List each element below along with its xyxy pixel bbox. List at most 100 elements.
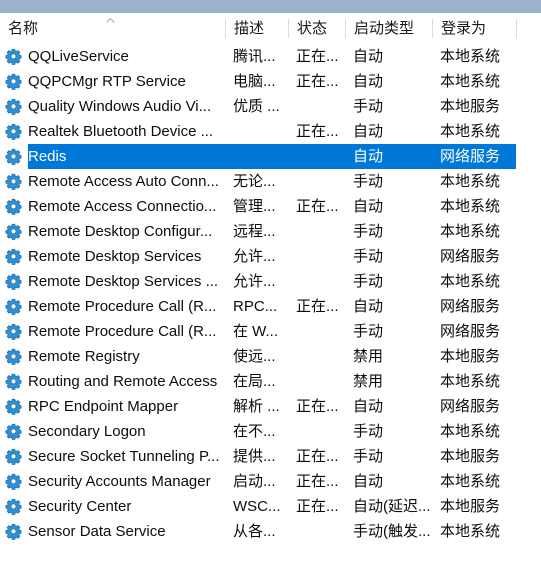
service-row[interactable]: Remote Desktop Configur... 远程... 手动 本地系统 <box>0 219 541 244</box>
service-gear-icon <box>5 348 23 365</box>
service-row[interactable]: Remote Access Auto Conn... 无论... 手动 本地系统 <box>0 169 541 194</box>
service-log-on-as-cell: 网络服务 <box>440 398 501 415</box>
service-name-cell: QQPCMgr RTP Service <box>28 73 186 90</box>
service-name-cell: Secondary Logon <box>28 423 146 440</box>
service-log-on-as-cell: 本地系统 <box>440 123 501 140</box>
column-header-status[interactable]: 状态 <box>289 13 345 44</box>
service-row[interactable]: Remote Procedure Call (R... 在 W... 手动 网络服务 <box>0 319 541 344</box>
service-log-on-as-cell: 本地系统 <box>440 223 501 240</box>
list-column-header: 名称 描述 状态 启动类型 登录为 <box>0 13 541 44</box>
service-name-cell: Remote Desktop Services <box>28 248 202 265</box>
service-status-cell: 正在... <box>296 123 339 140</box>
service-log-on-as-cell: 本地系统 <box>440 423 501 440</box>
service-description-cell: 腾讯... <box>233 48 276 65</box>
service-description-cell: RPC... <box>233 298 278 315</box>
service-status-cell <box>296 344 345 369</box>
service-gear-icon <box>5 248 23 265</box>
service-gear-icon <box>5 98 23 115</box>
services-list-pane: 名称 描述 状态 启动类型 登录为 QQLiveService 腾讯... 正在..… <box>0 0 541 578</box>
service-startup-type-cell: 自动 <box>353 148 384 165</box>
service-status-cell: 正在... <box>296 48 339 65</box>
service-description-cell: 允许... <box>233 248 276 265</box>
service-row[interactable]: Sensor Data Service 从各... 手动(触发... 本地系统 <box>0 519 541 544</box>
service-row[interactable]: Security Center WSC... 正在... 自动(延迟... 本地服务 <box>0 494 541 519</box>
service-gear-icon <box>5 123 23 140</box>
service-startup-type-cell: 手动 <box>353 448 384 465</box>
service-name-cell: RPC Endpoint Mapper <box>28 398 179 415</box>
service-gear-icon <box>5 523 23 540</box>
service-row[interactable]: Security Accounts Manager 启动... 正在... 自动 本地系… <box>0 469 541 494</box>
service-status-cell: 正在... <box>296 298 339 315</box>
service-status-cell: 正在... <box>296 473 339 490</box>
column-header-log-on-as[interactable]: 登录为 <box>433 13 516 44</box>
service-log-on-as-cell: 本地系统 <box>440 523 501 540</box>
service-log-on-as-cell: 本地系统 <box>440 73 501 90</box>
service-status-cell <box>296 419 345 444</box>
service-row[interactable]: RPC Endpoint Mapper 解析 ... 正在... 自动 网络服务 <box>0 394 541 419</box>
service-status-cell <box>296 94 345 119</box>
service-row[interactable]: Redis 自动 网络服务 <box>0 144 541 169</box>
service-name-cell: Remote Procedure Call (R... <box>28 323 217 340</box>
service-name-cell: Realtek Bluetooth Device ... <box>28 123 214 140</box>
service-log-on-as-cell: 本地系统 <box>440 473 501 490</box>
service-name-cell: Secure Socket Tunneling P... <box>28 448 220 465</box>
service-description-cell: 从各... <box>233 523 276 540</box>
service-description-cell: 在局... <box>233 373 276 390</box>
service-description-cell: 启动... <box>233 473 276 490</box>
service-row[interactable]: Remote Procedure Call (R... RPC... 正在... 自动… <box>0 294 541 319</box>
column-divider[interactable] <box>516 19 517 38</box>
column-header-description[interactable]: 描述 <box>226 13 288 44</box>
service-log-on-as-cell: 网络服务 <box>440 148 501 165</box>
service-row[interactable]: Remote Desktop Services 允许... 手动 网络服务 <box>0 244 541 269</box>
service-startup-type-cell: 手动 <box>353 323 384 340</box>
service-status-cell <box>296 144 345 169</box>
service-gear-icon <box>5 148 23 165</box>
service-description-cell: 电脑... <box>233 73 276 90</box>
service-gear-icon <box>5 323 23 340</box>
service-row[interactable]: QQPCMgr RTP Service 电脑... 正在... 自动 本地系统 <box>0 69 541 94</box>
service-gear-icon <box>5 448 23 465</box>
service-description-cell: 管理... <box>233 198 276 215</box>
service-row[interactable]: Remote Registry 使远... 禁用 本地服务 <box>0 344 541 369</box>
service-status-cell: 正在... <box>296 498 339 515</box>
service-row[interactable]: Quality Windows Audio Vi... 优质 ... 手动 本地服务 <box>0 94 541 119</box>
service-name-cell: Remote Desktop Services ... <box>28 273 219 290</box>
service-description-cell: 在 W... <box>233 323 279 340</box>
service-status-cell <box>296 519 345 544</box>
service-description-cell: 使远... <box>233 348 276 365</box>
service-log-on-as-cell: 本地系统 <box>440 173 501 190</box>
service-description-cell: 无论... <box>233 173 276 190</box>
service-status-cell <box>296 244 345 269</box>
service-name-cell: Security Center <box>28 498 132 515</box>
service-description-cell <box>233 119 288 144</box>
service-startup-type-cell: 手动(触发... <box>353 523 431 540</box>
service-name-cell: Quality Windows Audio Vi... <box>28 98 212 115</box>
service-gear-icon <box>5 398 23 415</box>
service-name-cell: Redis <box>28 148 67 165</box>
service-name-cell: QQLiveService <box>28 48 129 65</box>
service-gear-icon <box>5 423 23 440</box>
service-row[interactable]: Realtek Bluetooth Device ... 正在... 自动 本地系统 <box>0 119 541 144</box>
service-name-cell: Remote Access Connectio... <box>28 198 217 215</box>
service-log-on-as-cell: 本地系统 <box>440 273 501 290</box>
service-row[interactable]: Remote Access Connectio... 管理... 正在... 自动 本地… <box>0 194 541 219</box>
service-status-cell <box>296 369 345 394</box>
service-status-cell <box>296 319 345 344</box>
service-row[interactable]: QQLiveService 腾讯... 正在... 自动 本地系统 <box>0 44 541 69</box>
service-row[interactable]: Secure Socket Tunneling P... 提供... 正在... 手动… <box>0 444 541 469</box>
service-gear-icon <box>5 173 23 190</box>
service-startup-type-cell: 手动 <box>353 223 384 240</box>
service-name-cell: Remote Registry <box>28 348 140 365</box>
service-startup-type-cell: 手动 <box>353 248 384 265</box>
service-row[interactable]: Remote Desktop Services ... 允许... 手动 本地系统 <box>0 269 541 294</box>
service-startup-type-cell: 手动 <box>353 423 384 440</box>
service-log-on-as-cell: 网络服务 <box>440 323 501 340</box>
service-row[interactable]: Routing and Remote Access 在局... 禁用 本地系统 <box>0 369 541 394</box>
column-header-startup-type[interactable]: 启动类型 <box>346 13 432 44</box>
service-startup-type-cell: 手动 <box>353 273 384 290</box>
service-row[interactable]: Secondary Logon 在不... 手动 本地系统 <box>0 419 541 444</box>
service-status-cell: 正在... <box>296 448 339 465</box>
service-gear-icon <box>5 473 23 490</box>
service-startup-type-cell: 自动 <box>353 73 384 90</box>
service-startup-type-cell: 自动 <box>353 123 384 140</box>
